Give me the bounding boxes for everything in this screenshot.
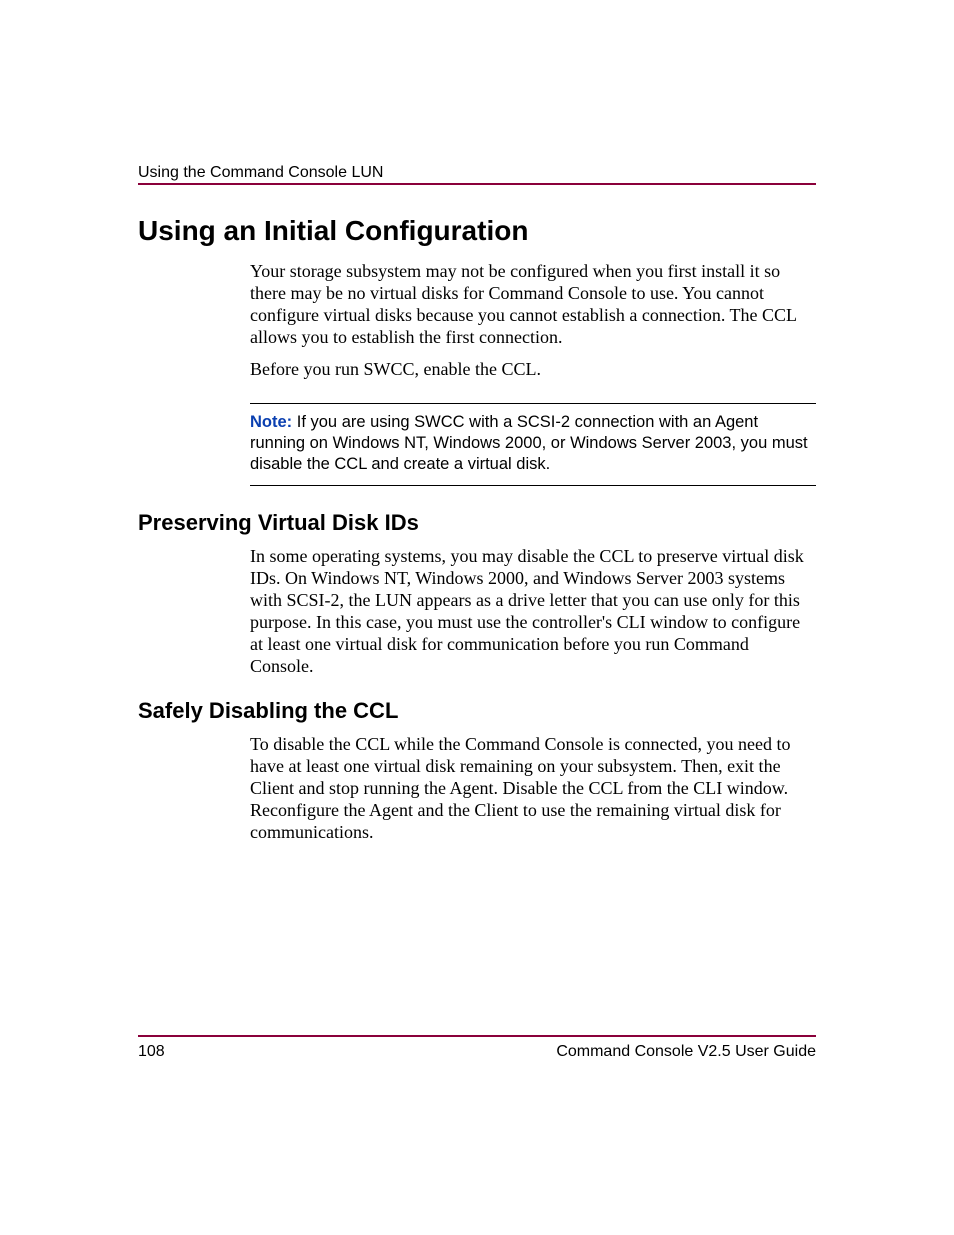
paragraph: To disable the CCL while the Command Con… (250, 734, 816, 844)
section-heading: Using an Initial Configuration (138, 215, 816, 247)
page-number: 108 (138, 1043, 165, 1061)
subsection-heading: Safely Disabling the CCL (138, 698, 816, 724)
page-footer: 108 Command Console V2.5 User Guide (138, 1043, 816, 1061)
document-page: Using the Command Console LUN Using an I… (0, 0, 954, 1235)
intro-block: Your storage subsystem may not be config… (250, 261, 816, 381)
note-text: If you are using SWCC with a SCSI-2 conn… (250, 413, 808, 473)
paragraph: In some operating systems, you may disab… (250, 546, 816, 678)
paragraph: Before you run SWCC, enable the CCL. (250, 359, 816, 381)
subsection-disabling: Safely Disabling the CCL To disable the … (138, 698, 816, 844)
subsection-preserving: Preserving Virtual Disk IDs In some oper… (138, 510, 816, 678)
subsection-heading: Preserving Virtual Disk IDs (138, 510, 816, 536)
header-rule (138, 183, 816, 185)
running-header: Using the Command Console LUN (138, 164, 816, 182)
footer-rule (138, 1035, 816, 1037)
paragraph: Your storage subsystem may not be config… (250, 261, 816, 349)
note-label: Note: (250, 413, 292, 431)
page-content: Using an Initial Configuration Your stor… (138, 215, 816, 864)
note-block: Note: If you are using SWCC with a SCSI-… (250, 403, 816, 486)
guide-title: Command Console V2.5 User Guide (556, 1043, 816, 1061)
